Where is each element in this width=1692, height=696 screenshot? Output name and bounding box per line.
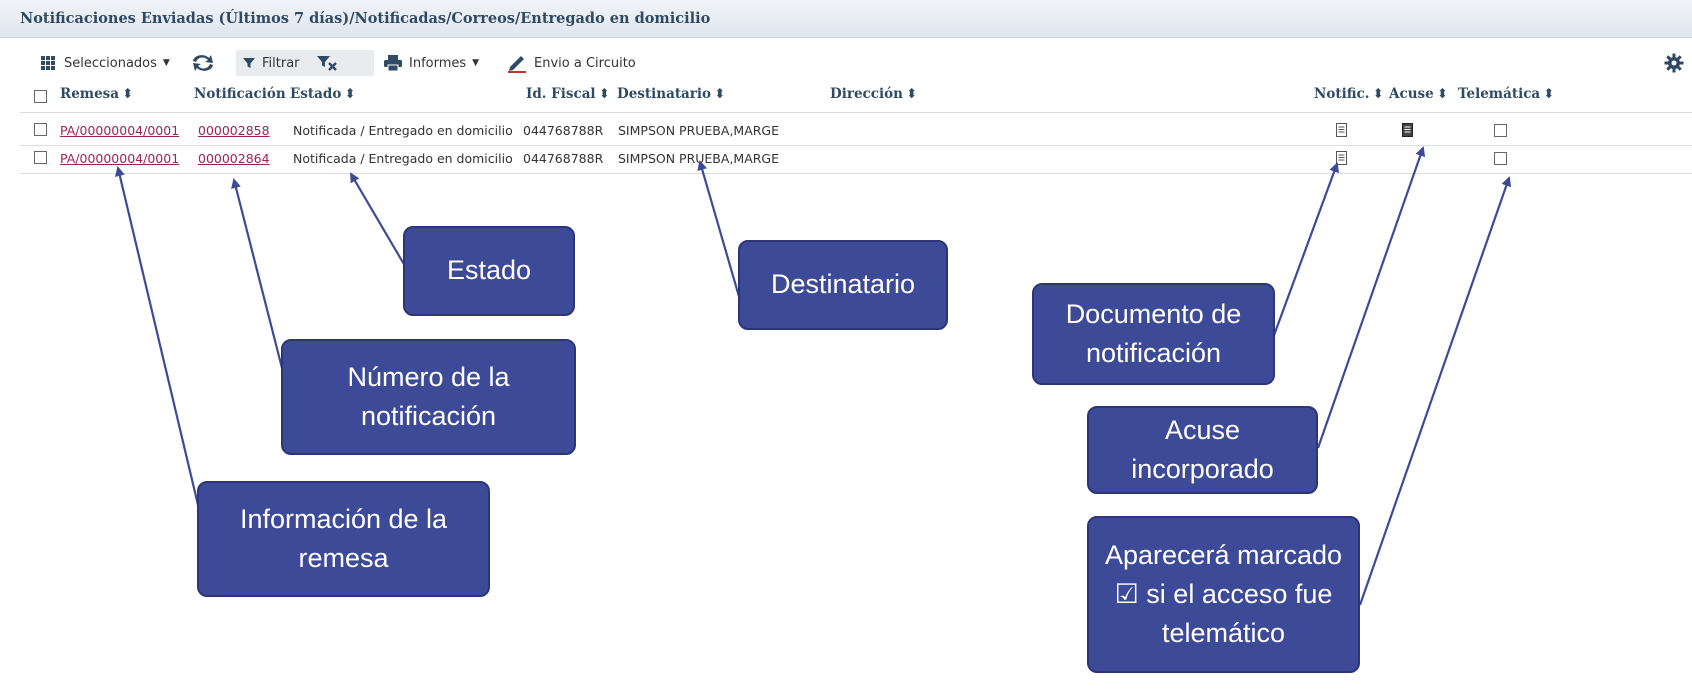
sort-icon: ⬍ xyxy=(1543,86,1555,102)
column-acuse[interactable]: Acuse ⬍ xyxy=(1389,86,1448,102)
sort-icon: ⬍ xyxy=(1372,86,1384,102)
id-fiscal-cell: 044768788R xyxy=(523,123,604,138)
filter-label: Filtrar xyxy=(262,55,300,71)
column-estado[interactable]: Estado ⬍ xyxy=(290,86,356,102)
callout-destinatario: Destinatario xyxy=(738,240,948,330)
refresh-icon xyxy=(193,55,213,71)
caret-down-icon: ▼ xyxy=(162,58,170,68)
telematica-checkbox xyxy=(1494,152,1507,165)
sort-icon: ⬍ xyxy=(598,86,610,102)
select-all-checkbox[interactable] xyxy=(34,90,47,103)
callout-numero: Número de la notificación xyxy=(281,339,576,455)
destinatario-cell: SIMPSON PRUEBA,MARGE xyxy=(618,123,780,138)
callout-remesa: Información de la remesa xyxy=(197,481,490,597)
row-checkbox[interactable] xyxy=(34,151,47,164)
breadcrumb: Notificaciones Enviadas (Últimos 7 días)… xyxy=(0,0,1692,38)
divider xyxy=(20,112,1692,113)
sort-icon: ⬍ xyxy=(122,86,134,102)
filter-group: Filtrar xyxy=(236,50,374,76)
column-telematica[interactable]: Telemática ⬍ xyxy=(1458,86,1554,102)
arrow-remesa xyxy=(114,166,200,506)
arrow-telematico xyxy=(1358,176,1512,606)
destinatario-cell: SIMPSON PRUEBA,MARGE xyxy=(618,151,780,166)
sort-icon: ⬍ xyxy=(1436,86,1449,102)
row-checkbox[interactable] xyxy=(34,123,47,136)
refresh-button[interactable] xyxy=(190,50,216,76)
callout-estado: Estado xyxy=(403,226,575,316)
acuse-document-icon[interactable] xyxy=(1402,123,1413,137)
column-direccion[interactable]: Dirección ⬍ xyxy=(830,86,917,102)
filter-icon xyxy=(243,58,255,68)
reports-label: Informes xyxy=(409,55,467,71)
printer-icon xyxy=(384,55,402,72)
estado-cell: Notificada / Entregado en domicilio xyxy=(293,151,513,166)
pencil-icon xyxy=(508,56,526,73)
callout-acuse: Acuse incorporado xyxy=(1087,406,1318,494)
arrow-numero xyxy=(231,178,285,373)
notificacion-link[interactable]: 000002858 xyxy=(198,123,270,138)
callout-telematico: Aparecerá marcado ☑ si el acceso fue tel… xyxy=(1087,516,1360,673)
table-header: Remesa ⬍ Notificación Estado ⬍ Id. Fiscal ⬍… xyxy=(20,86,1692,112)
toolbar: Seleccionados ▼ Filtrar Informes ▼ Envio… xyxy=(0,38,1692,88)
document-icon[interactable] xyxy=(1336,123,1347,137)
column-notific[interactable]: Notific. ⬍ xyxy=(1314,86,1384,102)
document-icon[interactable] xyxy=(1336,151,1347,165)
filter-button[interactable]: Filtrar xyxy=(242,56,300,71)
grid-icon xyxy=(41,56,55,70)
caret-down-icon: ▼ xyxy=(472,58,480,68)
column-notificacion[interactable]: Notificación xyxy=(194,86,286,102)
remesa-link[interactable]: PA/00000004/0001 xyxy=(60,151,179,166)
clear-filter-icon xyxy=(316,56,337,71)
telematica-checkbox xyxy=(1494,124,1507,137)
arrow-acuse xyxy=(1316,146,1426,449)
arrow-destinatario xyxy=(697,160,742,301)
notificacion-link[interactable]: 000002864 xyxy=(198,151,270,166)
sort-icon: ⬍ xyxy=(905,86,918,102)
remesa-link[interactable]: PA/00000004/0001 xyxy=(60,123,179,138)
settings-button[interactable] xyxy=(1664,50,1684,76)
arrow-documento xyxy=(1271,162,1339,339)
arrow-estado xyxy=(349,172,406,267)
sort-icon: ⬍ xyxy=(714,86,726,102)
table-row: PA/00000004/0001 000002864 Notificada / … xyxy=(20,145,1692,174)
selected-menu[interactable]: Seleccionados ▼ xyxy=(40,50,170,76)
estado-cell: Notificada / Entregado en domicilio xyxy=(293,123,513,138)
column-remesa[interactable]: Remesa ⬍ xyxy=(60,86,133,102)
send-circuit-button[interactable]: Envio a Circuito xyxy=(506,50,636,76)
column-destinatario[interactable]: Destinatario ⬍ xyxy=(617,86,725,102)
column-id-fiscal[interactable]: Id. Fiscal ⬍ xyxy=(526,86,610,102)
send-label: Envio a Circuito xyxy=(534,55,636,71)
selected-label: Seleccionados xyxy=(64,55,157,71)
reports-menu[interactable]: Informes ▼ xyxy=(383,50,479,76)
clear-filter-button[interactable] xyxy=(316,54,338,72)
callout-documento: Documento de notificación xyxy=(1032,283,1275,385)
gear-icon xyxy=(1664,53,1684,73)
id-fiscal-cell: 044768788R xyxy=(523,151,604,166)
sort-icon: ⬍ xyxy=(344,86,356,102)
table-row: PA/00000004/0001 000002858 Notificada / … xyxy=(20,117,1692,146)
